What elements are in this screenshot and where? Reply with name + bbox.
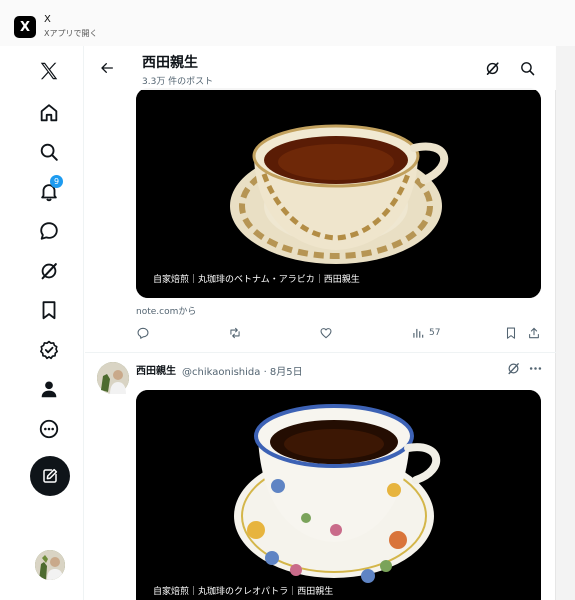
tweet1-media[interactable]: 自家焙煎｜丸珈琲のベトナム・アラビカ｜西田親生 <box>136 88 541 298</box>
nav-x-logo[interactable] <box>27 56 71 86</box>
avatar-image <box>35 550 65 580</box>
main-column: 自家焙煎｜丸珈琲のベトナム・アラビカ｜西田親生 note.comから 57 西田… <box>85 46 556 600</box>
back-button[interactable] <box>97 58 117 78</box>
analytics-icon <box>413 328 424 338</box>
reply-icon <box>137 327 149 339</box>
heart-icon <box>320 328 332 339</box>
tweet2-media[interactable]: 自家焙煎｜丸珈琲のクレオパトラ｜西田親生 <box>136 390 541 600</box>
app-subtitle: Xアプリで開く <box>44 29 98 38</box>
header-post-count: 3.3万 件のポスト <box>142 77 214 87</box>
retweet-icon <box>230 327 240 339</box>
share-button[interactable] <box>527 324 541 342</box>
header-search-button[interactable] <box>518 59 536 77</box>
nav-bookmarks[interactable] <box>27 295 71 325</box>
share-icon <box>529 327 539 339</box>
browser-window: 9 自家焙煎｜丸珈琲のベトナム・アラビカ｜西田親生 note.comから 57 … <box>0 46 556 600</box>
tweet2-avatar[interactable] <box>97 362 129 394</box>
window-shadow <box>556 46 575 600</box>
tweet1-media-caption: 自家焙煎｜丸珈琲のベトナム・アラビカ｜西田親生 <box>148 269 365 288</box>
chat-bubble-icon <box>40 222 58 240</box>
home-icon <box>40 104 58 122</box>
x-logo-icon <box>40 62 58 80</box>
bookmark-icon <box>506 327 516 339</box>
reply-button[interactable] <box>136 324 154 342</box>
like-button[interactable] <box>319 324 337 342</box>
more-icon <box>39 419 59 439</box>
profile-icon <box>41 381 57 398</box>
teacup-image <box>136 390 541 600</box>
nav-notifications[interactable]: 9 <box>27 175 71 207</box>
views-count: 57 <box>429 328 441 338</box>
nav-more[interactable] <box>27 414 71 444</box>
tweet2-display-name[interactable]: 西田親生 <box>136 362 176 377</box>
x-app-icon: X <box>14 16 36 38</box>
teacup-image <box>136 88 541 298</box>
nav-messages[interactable] <box>27 216 71 246</box>
tweet1-action-bar: 57 <box>136 324 546 342</box>
nav-premium[interactable] <box>27 335 71 365</box>
grok-icon <box>41 263 57 280</box>
tweet2-grok-button[interactable] <box>505 360 521 376</box>
compose-button[interactable] <box>30 456 70 496</box>
nav-grok[interactable] <box>27 256 71 286</box>
avatar-image <box>97 362 129 394</box>
tweet2-more-button[interactable] <box>527 360 543 376</box>
sidebar-nav: 9 <box>0 46 84 600</box>
app-title: X <box>44 14 51 25</box>
compose-icon <box>43 468 58 483</box>
nav-profile[interactable] <box>27 374 71 404</box>
verified-icon <box>40 340 58 360</box>
nav-explore[interactable] <box>27 137 71 167</box>
search-icon <box>40 143 58 161</box>
views-button[interactable]: 57 <box>411 324 440 342</box>
tweet2-media-caption: 自家焙煎｜丸珈琲のクレオパトラ｜西田親生 <box>148 581 339 600</box>
grok-icon <box>486 61 499 75</box>
header-display-name: 西田親生 <box>142 55 198 71</box>
bookmark-button[interactable] <box>504 324 518 342</box>
app-install-bar[interactable]: X X Xアプリで開く <box>0 0 575 46</box>
nav-home[interactable] <box>27 98 71 128</box>
arrow-left-icon <box>101 63 113 73</box>
profile-header: 西田親生 3.3万 件のポスト <box>85 46 556 90</box>
tweet2-handle-date[interactable]: @chikaonishida · 8月5日 <box>182 363 303 378</box>
tweet1-link-source[interactable]: note.comから <box>136 304 196 317</box>
more-horizontal-icon <box>529 366 541 370</box>
retweet-button[interactable] <box>228 324 246 342</box>
header-grok-button[interactable] <box>483 59 501 77</box>
search-icon <box>520 61 534 75</box>
tweet-divider <box>85 352 556 353</box>
account-avatar[interactable] <box>35 550 65 580</box>
bookmark-icon <box>42 301 56 320</box>
notification-badge: 9 <box>50 175 63 188</box>
grok-icon <box>507 362 519 374</box>
